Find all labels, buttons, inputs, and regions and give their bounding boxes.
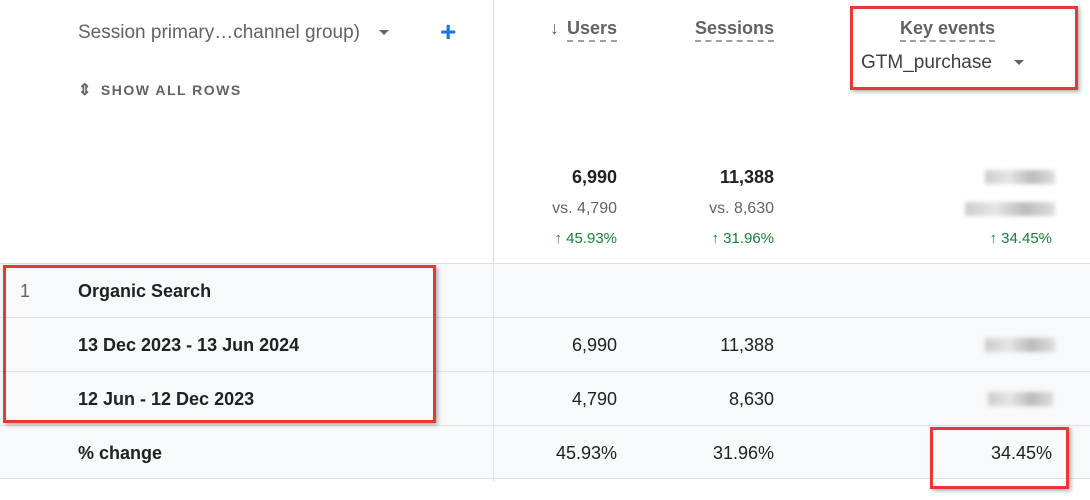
column-header-users[interactable]: ↓ Users bbox=[549, 18, 617, 42]
highlight-box-change bbox=[930, 427, 1069, 489]
sessions-header-label: Sessions bbox=[694, 18, 774, 42]
total-users-compare: vs. 4,790 bbox=[552, 200, 617, 217]
row-users: 45.93% bbox=[555, 443, 617, 463]
redacted-key-events bbox=[985, 338, 1055, 352]
row-sessions: 11,388 bbox=[720, 335, 774, 355]
sort-down-icon: ↓ bbox=[549, 18, 559, 38]
column-header-sessions[interactable]: Sessions bbox=[694, 18, 774, 42]
expand-collapse-icon: ⇕ bbox=[78, 82, 93, 99]
total-sessions-change: ↑ 31.96% bbox=[711, 230, 774, 247]
total-key-events-change: ↑ 34.45% bbox=[989, 230, 1052, 247]
row-users: 6,990 bbox=[571, 335, 617, 355]
redacted-key-events bbox=[988, 392, 1053, 406]
total-users-change: ↑ 45.93% bbox=[554, 230, 617, 247]
highlight-box-key-events bbox=[850, 6, 1078, 90]
row-sessions: 31.96% bbox=[712, 443, 774, 463]
show-all-rows-label: SHOW ALL ROWS bbox=[100, 82, 242, 98]
table-row[interactable]: % change 45.93% 31.96% 34.45% bbox=[0, 425, 1090, 479]
row-divider bbox=[493, 263, 494, 481]
total-users: 6,990 bbox=[571, 167, 617, 187]
redacted-total-key-events bbox=[985, 170, 1055, 184]
row-sessions: 8,630 bbox=[728, 389, 774, 409]
show-all-rows-button[interactable]: ⇕ SHOW ALL ROWS bbox=[78, 80, 242, 100]
row-label: % change bbox=[78, 443, 163, 463]
row-users: 4,790 bbox=[571, 389, 617, 409]
highlight-box-rows bbox=[3, 265, 436, 423]
add-dimension-button[interactable]: + bbox=[440, 16, 456, 48]
users-header-label: Users bbox=[566, 18, 617, 42]
redacted-total-key-events-compare bbox=[965, 202, 1055, 216]
total-sessions: 11,388 bbox=[719, 167, 774, 187]
dimension-selector[interactable]: Session primary…channel group) bbox=[78, 22, 390, 44]
total-sessions-compare: vs. 8,630 bbox=[709, 200, 774, 217]
dropdown-caret-icon bbox=[379, 30, 390, 36]
dimension-label: Session primary…channel group) bbox=[78, 22, 360, 43]
